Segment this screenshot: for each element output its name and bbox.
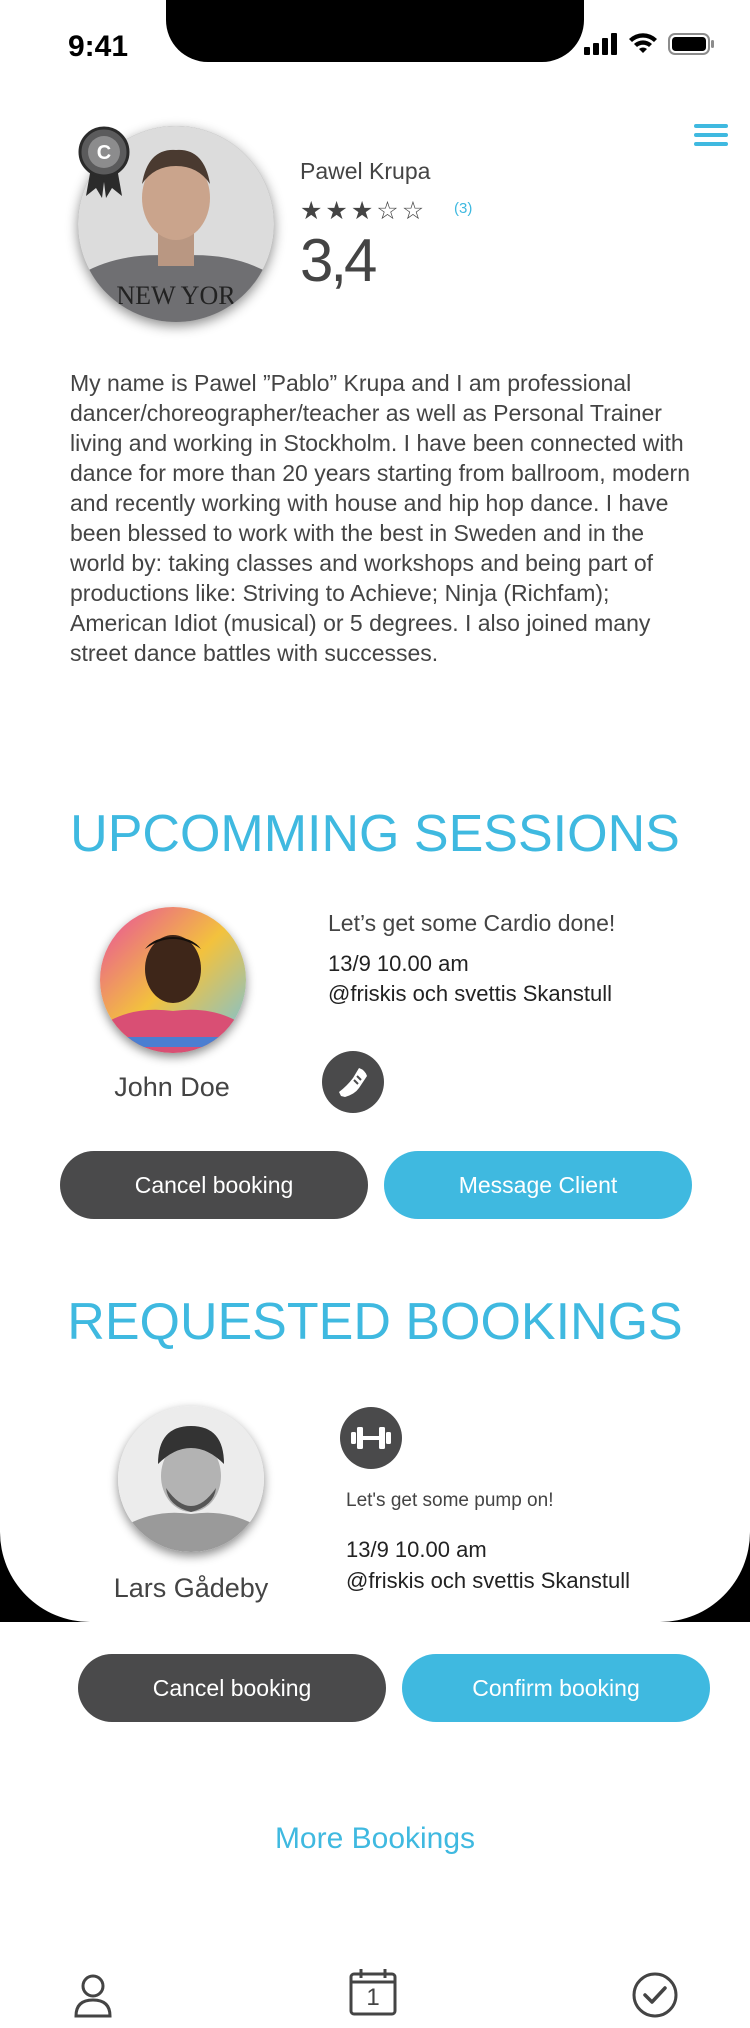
more-bookings-link[interactable]: More Bookings (0, 1822, 750, 1856)
certification-badge-icon: C (78, 126, 130, 198)
check-circle-icon[interactable] (628, 1968, 682, 2022)
requested-session-datetime: 13/9 10.00 am (346, 1537, 487, 1562)
requested-session-location: @friskis och svettis Skanstull (346, 1568, 630, 1593)
upcoming-session-location: @friskis och svettis Skanstull (328, 981, 612, 1006)
upcoming-sessions-title: UPCOMMING SESSIONS (70, 805, 680, 863)
battery-icon (668, 33, 714, 55)
phone-screen: 9:41 NEW YOR C Pawel Krupa ★★★☆☆ (3) 3,4… (0, 0, 750, 1622)
star-filled-icon: ★ (350, 197, 377, 225)
client-name-lars: Lars Gådeby (113, 1573, 269, 1603)
calendar-day: 1 (366, 1984, 380, 2011)
status-icons (584, 32, 716, 56)
notch (166, 0, 584, 62)
client-avatar-john[interactable] (100, 907, 246, 1053)
svg-text:NEW YOR: NEW YOR (116, 281, 236, 310)
dumbbell-icon (351, 1427, 391, 1449)
requested-bookings-title: REQUESTED BOOKINGS (67, 1293, 683, 1351)
star-rating: ★★★☆☆ (300, 196, 427, 226)
activity-type-badge (322, 1051, 384, 1113)
activity-type-badge (340, 1407, 402, 1469)
requested-session-title: Let's get some pump on! (346, 1490, 554, 1511)
rating-value: 3,4 (300, 227, 377, 294)
star-filled-icon: ★ (300, 197, 326, 225)
cancel-upcoming-button[interactable]: Cancel booking (60, 1151, 368, 1219)
cancel-requested-button[interactable]: Cancel booking (78, 1654, 386, 1722)
client-name-john: John Doe (114, 1072, 230, 1102)
upcoming-session-datetime: 13/9 10.00 am (328, 951, 469, 976)
lower-content: Cancel booking Confirm booking More Book… (0, 1622, 750, 2028)
star-filled-icon: ★ (325, 197, 351, 225)
calendar-icon[interactable]: 1 (346, 1966, 400, 2020)
message-client-button[interactable]: Message Client (384, 1151, 692, 1219)
sneaker-icon (339, 1068, 367, 1097)
review-count[interactable]: (3) (454, 200, 472, 218)
profile-name: Pawel Krupa (300, 158, 431, 184)
upcoming-session-title: Let’s get some Cardio done! (328, 910, 616, 936)
star-empty-icon: ☆ (376, 197, 402, 225)
profile-bio: My name is Pawel ”Pablo” Krupa and I am … (70, 370, 691, 666)
confirm-booking-button[interactable]: Confirm booking (402, 1654, 710, 1722)
client-avatar-lars[interactable] (118, 1406, 264, 1552)
wifi-icon (629, 33, 657, 53)
hamburger-menu-icon[interactable] (694, 124, 728, 150)
profile-icon[interactable] (66, 1968, 120, 2022)
status-time: 9:41 (68, 30, 129, 63)
star-empty-icon: ☆ (401, 197, 428, 225)
badge-letter: C (97, 142, 111, 164)
signal-icon (584, 33, 617, 55)
